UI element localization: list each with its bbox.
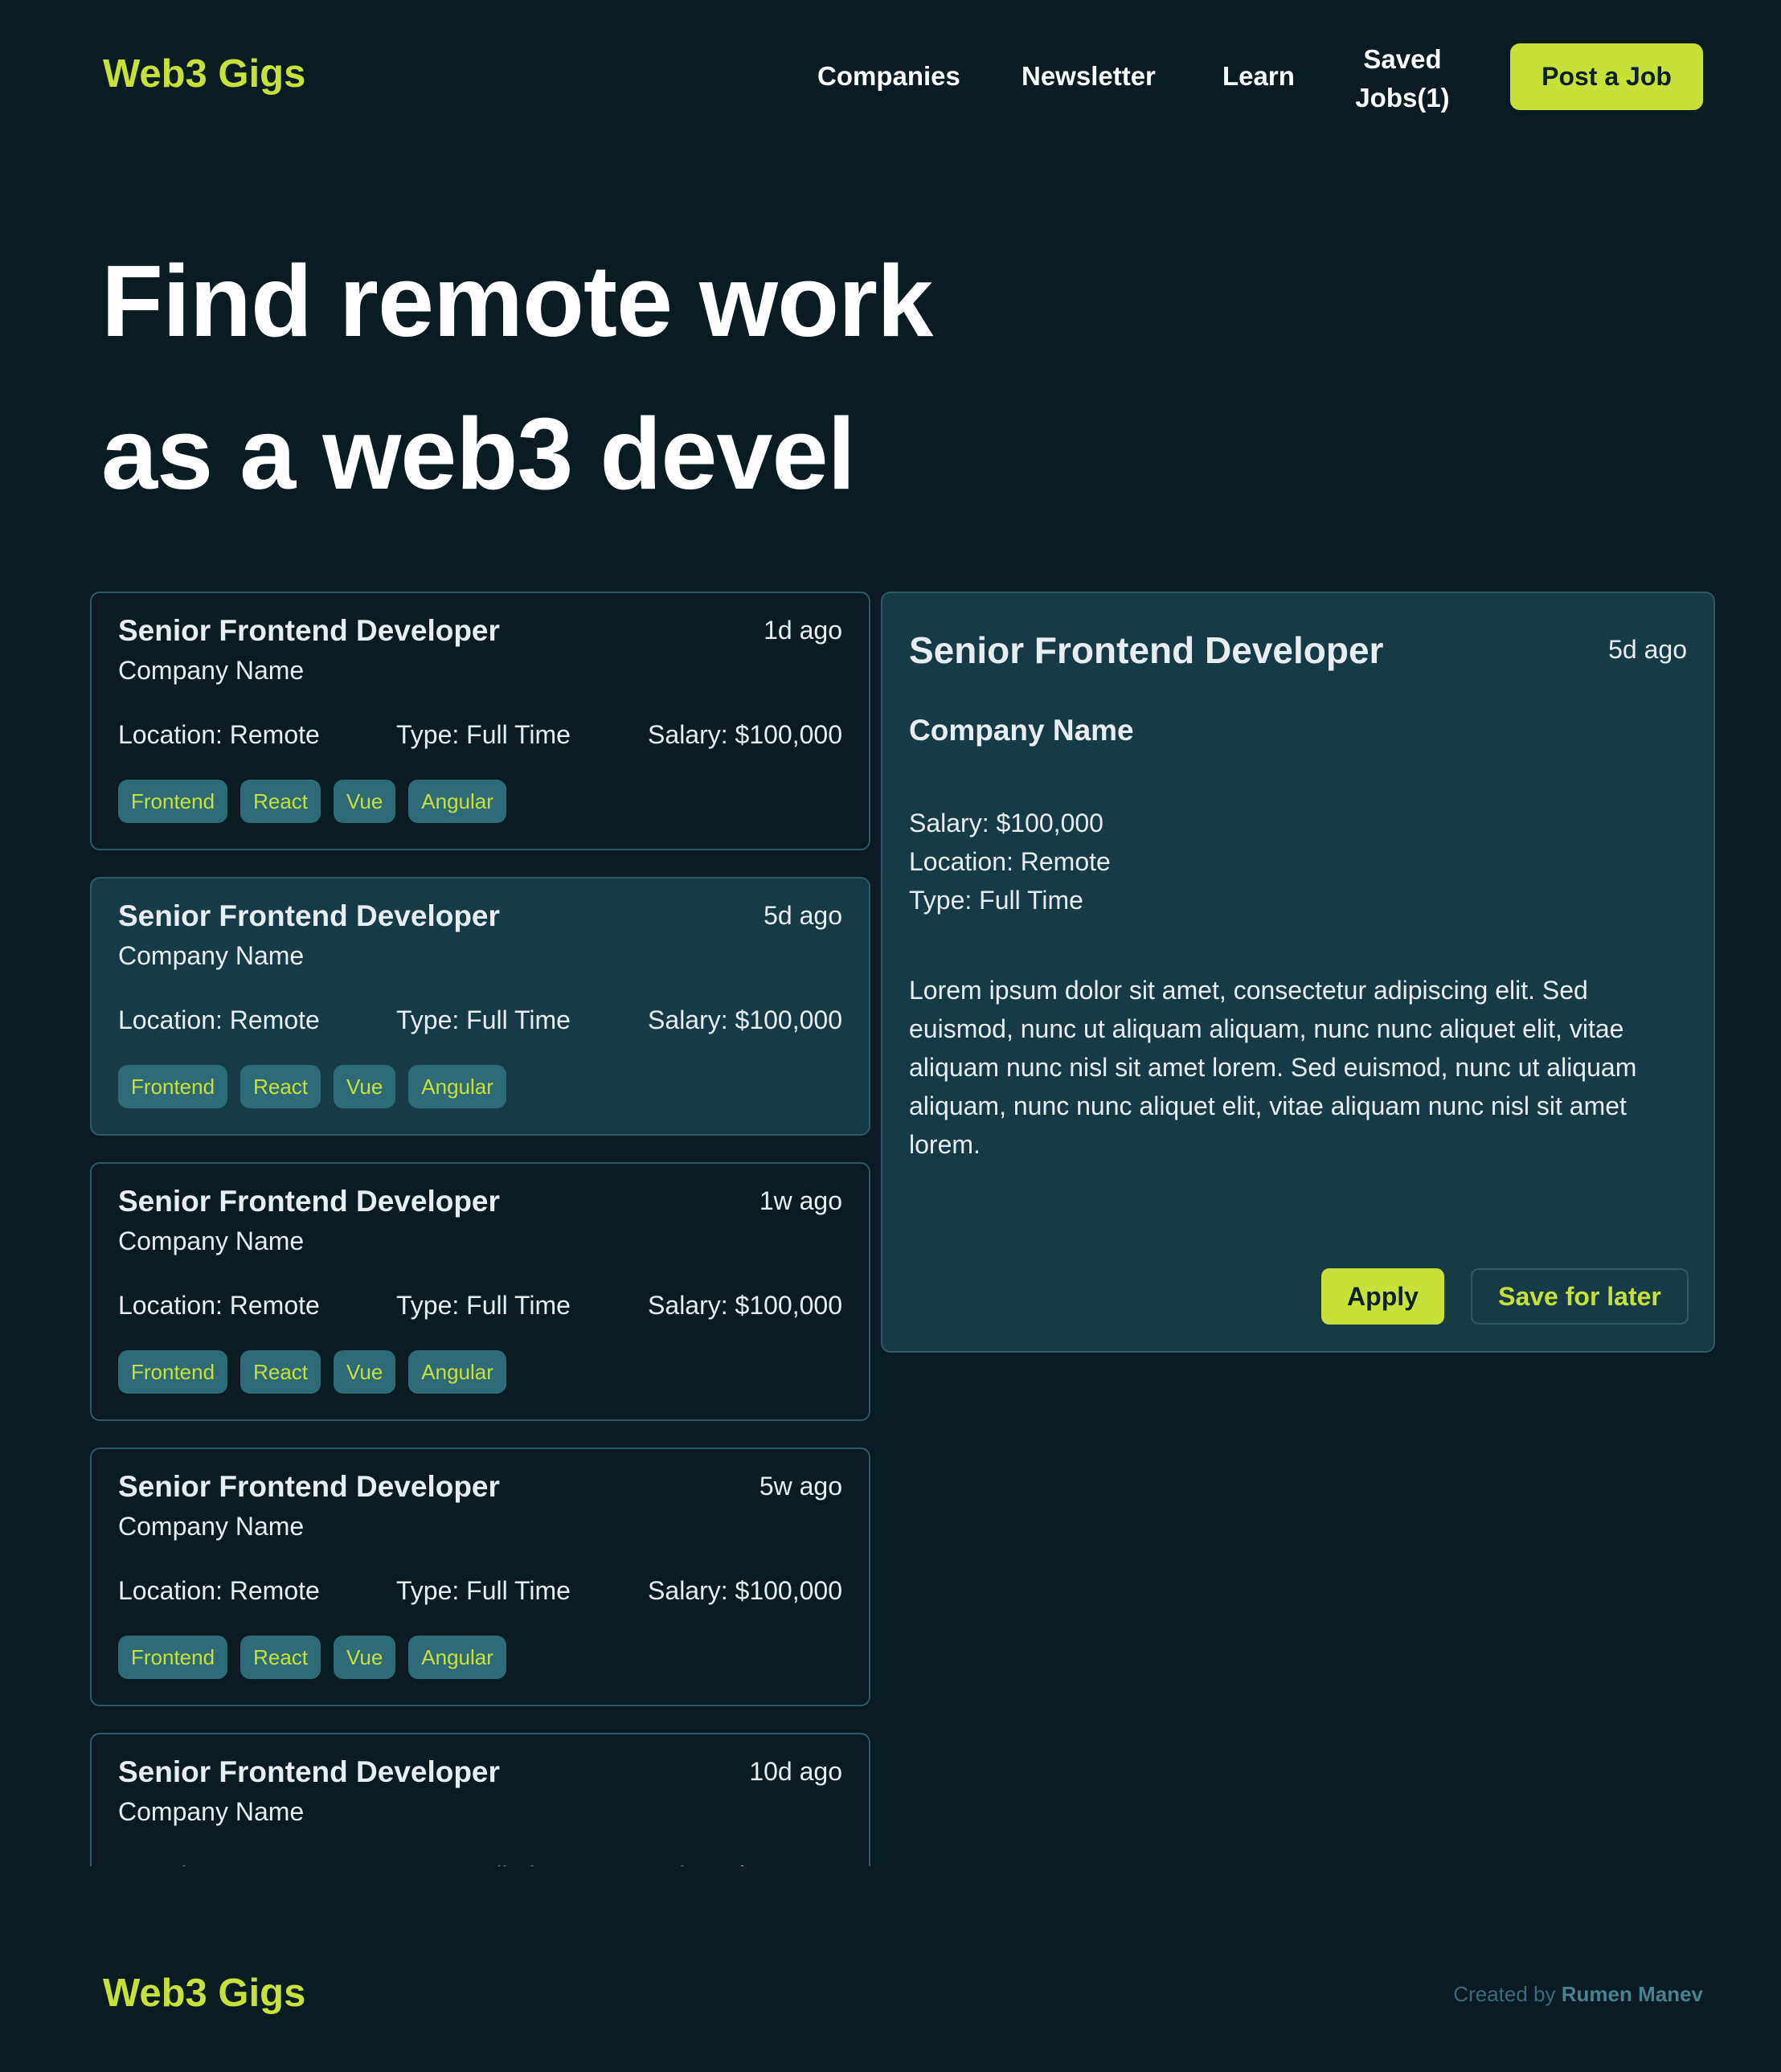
job-posted-time: 5w ago (759, 1472, 842, 1501)
job-tags: Frontend React Vue Angular (118, 1636, 506, 1679)
footer-credit-author[interactable]: Rumen Manev (1562, 1982, 1703, 2006)
job-tag[interactable]: React (240, 1065, 321, 1108)
job-tag[interactable]: Vue (334, 1636, 396, 1679)
job-tag[interactable]: React (240, 1636, 321, 1679)
site-header: Web3 Gigs Companies Newsletter Learn Sav… (0, 0, 1781, 158)
save-for-later-button[interactable]: Save for later (1471, 1268, 1689, 1325)
hero-line-1: Find remote work (101, 244, 933, 358)
post-job-button[interactable]: Post a Job (1510, 43, 1703, 110)
job-card[interactable]: Senior Frontend Developer 1d ago Company N… (90, 592, 870, 850)
detail-type: Type: Full Time (909, 886, 1083, 915)
job-location: Location: Remote (118, 720, 320, 749)
nav-newsletter[interactable]: Newsletter (1022, 61, 1156, 92)
nav-saved-jobs-line2: Jobs(1) (1355, 83, 1450, 113)
brand-logo[interactable]: Web3 Gigs (103, 51, 305, 96)
job-tag[interactable]: Angular (408, 1350, 506, 1394)
job-tag[interactable]: Angular (408, 780, 506, 823)
hero-heading: Find remote work as a web3 devel (101, 225, 985, 530)
job-tags: Frontend React Vue Angular (118, 780, 506, 823)
job-type: Type: Full Time (396, 1861, 571, 1866)
job-salary: Salary: $100,000 (648, 720, 842, 749)
nav-saved-jobs-line1: Saved (1363, 44, 1442, 74)
detail-posted-time: 5d ago (1608, 635, 1687, 664)
nav-learn[interactable]: Learn (1222, 61, 1295, 92)
job-company: Company Name (118, 1226, 305, 1255)
job-tag[interactable]: Frontend (118, 1636, 228, 1679)
job-card[interactable]: Senior Frontend Developer 1w ago Company N… (90, 1162, 870, 1421)
job-title: Senior Frontend Developer (118, 1755, 500, 1788)
job-tag[interactable]: Frontend (118, 1350, 228, 1394)
nav-saved-jobs[interactable]: Saved Jobs(1) (1341, 40, 1464, 117)
job-type: Type: Full Time (396, 1005, 571, 1034)
job-posted-time: 1d ago (764, 616, 842, 645)
job-tag[interactable]: Vue (334, 1065, 396, 1108)
job-detail-panel: Senior Frontend Developer 5d ago Company… (881, 592, 1715, 1353)
job-salary: Salary: $100,000 (648, 1291, 842, 1320)
apply-button[interactable]: Apply (1321, 1268, 1444, 1325)
job-company: Company Name (118, 1512, 305, 1541)
job-company: Company Name (118, 941, 305, 970)
job-tag[interactable]: React (240, 1350, 321, 1394)
job-title: Senior Frontend Developer (118, 1470, 500, 1503)
job-location: Location: Remote (118, 1005, 320, 1034)
job-posted-time: 5d ago (764, 901, 842, 930)
job-posted-time: 1w ago (759, 1186, 842, 1215)
detail-company: Company Name (909, 714, 1134, 747)
job-location: Location: Remote (118, 1576, 320, 1605)
job-salary: Salary: $100,000 (648, 1861, 842, 1866)
job-title: Senior Frontend Developer (118, 899, 500, 932)
job-company: Company Name (118, 1797, 305, 1826)
job-title: Senior Frontend Developer (118, 614, 500, 647)
detail-salary: Salary: $100,000 (909, 809, 1103, 837)
job-location: Location: Remote (118, 1861, 320, 1866)
job-tags: Frontend React Vue Angular (118, 1350, 506, 1394)
job-list: Senior Frontend Developer 1d ago Company N… (90, 592, 870, 1866)
job-tag[interactable]: Angular (408, 1065, 506, 1108)
job-salary: Salary: $100,000 (648, 1576, 842, 1605)
job-card[interactable]: Senior Frontend Developer 5d ago Company N… (90, 877, 870, 1136)
job-tag[interactable]: Vue (334, 1350, 396, 1394)
detail-title: Senior Frontend Developer (909, 629, 1384, 671)
job-tag[interactable]: Frontend (118, 780, 228, 823)
nav-companies[interactable]: Companies (817, 61, 960, 92)
job-company: Company Name (118, 656, 305, 685)
hero-line-2: as a web3 devel (101, 397, 856, 510)
footer-credit: Created by Rumen Manev (1453, 1982, 1703, 2007)
job-posted-time: 10d ago (749, 1757, 842, 1786)
footer-credit-prefix: Created by (1453, 1982, 1562, 2006)
job-salary: Salary: $100,000 (648, 1005, 842, 1034)
detail-description: Lorem ipsum dolor sit amet, consectetur … (909, 976, 1637, 1159)
job-tag[interactable]: React (240, 780, 321, 823)
job-card[interactable]: Senior Frontend Developer 10d ago Company … (90, 1733, 870, 1866)
job-tag[interactable]: Vue (334, 780, 396, 823)
job-tag[interactable]: Frontend (118, 1065, 228, 1108)
job-tags: Frontend React Vue Angular (118, 1065, 506, 1108)
detail-facts: Salary: $100,000 Location: Remote Type: … (909, 804, 1111, 919)
job-title: Senior Frontend Developer (118, 1185, 500, 1218)
job-location: Location: Remote (118, 1291, 320, 1320)
job-type: Type: Full Time (396, 1576, 571, 1605)
job-tag[interactable]: Angular (408, 1636, 506, 1679)
job-card[interactable]: Senior Frontend Developer 5w ago Company N… (90, 1448, 870, 1706)
footer-brand[interactable]: Web3 Gigs (103, 1971, 305, 2016)
job-type: Type: Full Time (396, 720, 571, 749)
detail-location: Location: Remote (909, 847, 1111, 876)
job-type: Type: Full Time (396, 1291, 571, 1320)
